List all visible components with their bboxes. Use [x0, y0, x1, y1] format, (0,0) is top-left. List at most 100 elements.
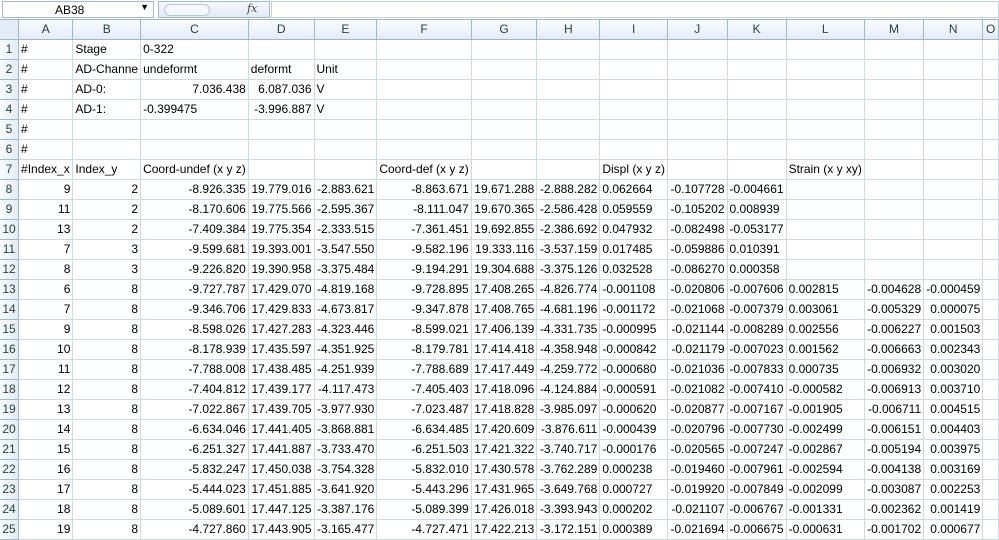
cell-o15[interactable]: [982, 319, 999, 340]
cell-d4[interactable]: -3.996.887: [248, 99, 315, 120]
cell-l4[interactable]: [786, 99, 865, 120]
cell-f19[interactable]: -7.023.487: [376, 399, 472, 420]
cell-l17[interactable]: 0.000735: [786, 359, 865, 380]
cell-h5[interactable]: [536, 119, 601, 140]
cell-a14[interactable]: 7: [18, 299, 74, 320]
cell-n22[interactable]: 0.003169: [923, 459, 984, 480]
cell-m14[interactable]: -0.005329: [864, 299, 925, 320]
cell-i24[interactable]: 0.000202: [599, 499, 668, 520]
cell-o6[interactable]: [982, 139, 999, 160]
cell-i17[interactable]: -0.000680: [599, 359, 668, 380]
cell-e5[interactable]: [314, 119, 378, 140]
cell-a24[interactable]: 18: [18, 499, 74, 520]
cell-i6[interactable]: [599, 139, 668, 160]
cell-f17[interactable]: -7.788.689: [376, 359, 472, 380]
cell-b1[interactable]: Stage: [72, 39, 142, 60]
row-header-11[interactable]: 11: [0, 239, 20, 260]
cell-k19[interactable]: -0.007167: [727, 399, 787, 420]
cell-b8[interactable]: 2: [72, 179, 142, 200]
cell-g1[interactable]: [471, 39, 538, 60]
cell-i25[interactable]: 0.000389: [599, 519, 668, 540]
cell-f22[interactable]: -5.832.010: [376, 459, 472, 480]
cell-n9[interactable]: [923, 199, 984, 220]
cell-j22[interactable]: -0.019460: [667, 459, 728, 480]
cell-i22[interactable]: 0.000238: [599, 459, 668, 480]
cell-l9[interactable]: [786, 199, 865, 220]
cell-m4[interactable]: [864, 99, 925, 120]
cell-k15[interactable]: -0.008289: [727, 319, 787, 340]
cell-c23[interactable]: -5.444.023: [140, 479, 249, 500]
cell-n16[interactable]: 0.002343: [923, 339, 984, 360]
cell-c8[interactable]: -8.926.335: [140, 179, 249, 200]
cell-g4[interactable]: [471, 99, 538, 120]
cell-j11[interactable]: -0.059886: [667, 239, 728, 260]
cell-c10[interactable]: -7.409.384: [140, 219, 249, 240]
cell-h18[interactable]: -4.124.884: [536, 379, 601, 400]
cell-j14[interactable]: -0.021068: [667, 299, 728, 320]
cell-g10[interactable]: 19.692.855: [471, 219, 538, 240]
cell-g3[interactable]: [471, 79, 538, 100]
cell-o8[interactable]: [982, 179, 999, 200]
name-box[interactable]: AB38 ▼: [2, 1, 154, 18]
cell-o14[interactable]: [982, 299, 999, 320]
cell-f12[interactable]: -9.194.291: [376, 259, 472, 280]
cell-k11[interactable]: 0.010391: [727, 239, 787, 260]
row-header-4[interactable]: 4: [0, 99, 20, 120]
cell-n6[interactable]: [923, 139, 984, 160]
column-header-d[interactable]: D: [248, 20, 315, 40]
cell-i18[interactable]: -0.000591: [599, 379, 668, 400]
cell-a22[interactable]: 16: [18, 459, 74, 480]
cell-j1[interactable]: [667, 39, 728, 60]
cell-n1[interactable]: [923, 39, 984, 60]
column-header-n[interactable]: N: [923, 20, 984, 40]
cell-n4[interactable]: [923, 99, 984, 120]
cell-h3[interactable]: [536, 79, 601, 100]
cell-o3[interactable]: [982, 79, 999, 100]
cell-h11[interactable]: -3.537.159: [536, 239, 601, 260]
cell-d12[interactable]: 19.390.958: [248, 259, 315, 280]
cell-g13[interactable]: 17.408.265: [471, 279, 538, 300]
cell-e17[interactable]: -4.251.939: [314, 359, 378, 380]
cell-d25[interactable]: 17.443.905: [248, 519, 315, 540]
cell-n15[interactable]: 0.001503: [923, 319, 984, 340]
cell-k25[interactable]: -0.006675: [727, 519, 787, 540]
cell-f8[interactable]: -8.863.671: [376, 179, 472, 200]
cell-i4[interactable]: [599, 99, 668, 120]
cell-f16[interactable]: -8.179.781: [376, 339, 472, 360]
cell-l7[interactable]: Strain (x y xy): [786, 159, 865, 180]
cell-m24[interactable]: -0.002362: [864, 499, 925, 520]
cell-d17[interactable]: 17.438.485: [248, 359, 315, 380]
row-header-7[interactable]: 7: [0, 159, 20, 180]
row-header-15[interactable]: 15: [0, 319, 20, 340]
cell-c21[interactable]: -6.251.327: [140, 439, 249, 460]
cell-b18[interactable]: 8: [72, 379, 142, 400]
row-header-16[interactable]: 16: [0, 339, 20, 360]
cell-j12[interactable]: -0.086270: [667, 259, 728, 280]
cell-b15[interactable]: 8: [72, 319, 142, 340]
cell-f5[interactable]: [376, 119, 472, 140]
cell-a3[interactable]: #: [18, 79, 74, 100]
column-header-h[interactable]: H: [536, 20, 601, 40]
cell-g14[interactable]: 17.408.765: [471, 299, 538, 320]
column-header-e[interactable]: E: [314, 20, 378, 40]
cell-i11[interactable]: 0.017485: [599, 239, 668, 260]
row-header-8[interactable]: 8: [0, 179, 20, 200]
cell-j24[interactable]: -0.021107: [667, 499, 728, 520]
cell-i9[interactable]: 0.059559: [599, 199, 668, 220]
cell-f24[interactable]: -5.089.399: [376, 499, 472, 520]
cell-m8[interactable]: [864, 179, 925, 200]
cell-o24[interactable]: [982, 499, 999, 520]
cell-i23[interactable]: 0.000727: [599, 479, 668, 500]
cell-e22[interactable]: -3.754.328: [314, 459, 378, 480]
cell-j10[interactable]: -0.082498: [667, 219, 728, 240]
cell-d15[interactable]: 17.427.283: [248, 319, 315, 340]
cell-g9[interactable]: 19.670.365: [471, 199, 538, 220]
cell-d19[interactable]: 17.439.705: [248, 399, 315, 420]
cell-g18[interactable]: 17.418.096: [471, 379, 538, 400]
cell-h12[interactable]: -3.375.126: [536, 259, 601, 280]
cell-m1[interactable]: [864, 39, 925, 60]
cell-e25[interactable]: -3.165.477: [314, 519, 378, 540]
cell-n2[interactable]: [923, 59, 984, 80]
cell-e18[interactable]: -4.117.473: [314, 379, 378, 400]
cell-f14[interactable]: -9.347.878: [376, 299, 472, 320]
